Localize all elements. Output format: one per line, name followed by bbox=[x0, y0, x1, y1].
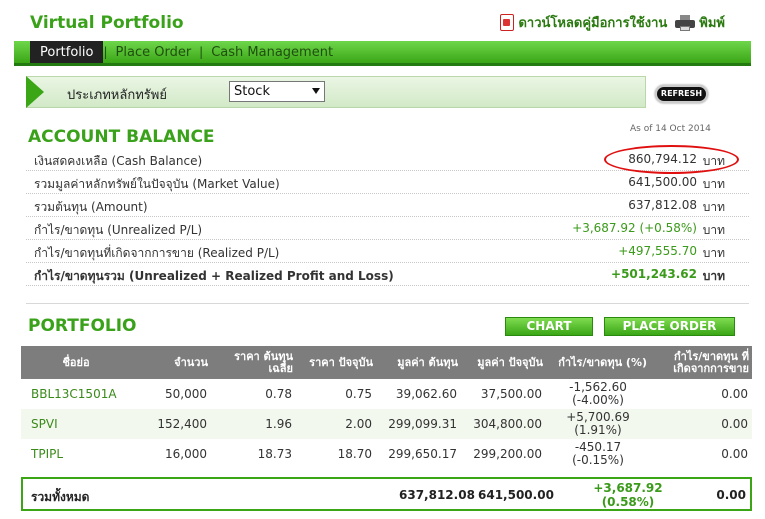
portfolio-table: ชื่อย่อ จำนวน ราคา ต้นทุนเฉลี่ย ราคา ปัจ… bbox=[21, 346, 752, 469]
balance-value: +497,555.70 bbox=[618, 244, 697, 258]
table-row: BBL13C1501A 50,000 0.78 0.75 39,062.60 3… bbox=[21, 379, 752, 409]
section-divider bbox=[26, 303, 749, 304]
balance-label: กำไร/ขาดทุนรวม (Unrealized + Realized Pr… bbox=[34, 269, 394, 283]
balance-unit: บาท bbox=[702, 246, 725, 260]
cost-value-cell: 39,062.60 bbox=[395, 386, 457, 401]
balance-value: +3,687.92 (+0.58%) bbox=[572, 221, 697, 235]
total-pl: +3,687.92 (0.58%) bbox=[583, 481, 673, 509]
portfolio-title: PORTFOLIO bbox=[28, 316, 137, 336]
chart-button[interactable]: CHART bbox=[505, 317, 593, 336]
price-cell: 18.70 bbox=[337, 446, 372, 461]
pl-percent: (1.91%) bbox=[574, 423, 622, 437]
balance-value: +501,243.62 bbox=[611, 267, 697, 281]
column-header: มูลค่า ปัจจุบัน bbox=[461, 346, 546, 379]
refresh-button[interactable]: REFRESH bbox=[655, 85, 708, 103]
column-header: มูลค่า ต้นทุน bbox=[376, 346, 461, 379]
cost-value-cell: 299,650.17 bbox=[388, 446, 457, 461]
arrow-icon bbox=[26, 76, 44, 108]
balance-row-total-pl: กำไร/ขาดทุนรวม (Unrealized + Realized Pr… bbox=[26, 263, 749, 286]
balance-label: กำไร/ขาดทุนที่เกิดจากการขาย (Realized P/… bbox=[34, 246, 280, 260]
security-type-selected: Stock bbox=[234, 84, 270, 99]
top-actions: ดาวน์โหลดคู่มือการใช้งาน พิมพ์ bbox=[500, 12, 725, 33]
pl-cell: +5,700.69 (1.91%) bbox=[546, 409, 650, 439]
price-cell: 2.00 bbox=[296, 409, 376, 439]
table-row: TPIPL 16,000 18.73 18.70 299,650.17 299,… bbox=[21, 439, 752, 469]
security-type-select[interactable]: Stock bbox=[229, 81, 325, 102]
market-value-cell: 37,500.00 bbox=[480, 386, 542, 401]
avg-cost-cell: 0.78 bbox=[265, 386, 292, 401]
column-header: กำไร/ขาดทุน (%) bbox=[546, 346, 650, 379]
symbol-link[interactable]: BBL13C1501A bbox=[21, 379, 131, 409]
qty-cell: 16,000 bbox=[165, 446, 207, 461]
total-realized: 0.00 bbox=[716, 488, 746, 502]
avg-cost-cell: 18.73 bbox=[257, 446, 292, 461]
place-order-button[interactable]: PLACE ORDER bbox=[604, 317, 735, 336]
app-title: Virtual Portfolio bbox=[30, 13, 184, 33]
total-pl-value: +3,687.92 bbox=[593, 481, 663, 495]
balance-label: เงินสดคงเหลือ (Cash Balance) bbox=[34, 154, 203, 168]
chevron-down-icon bbox=[312, 88, 320, 94]
balance-row-amount: รวมต้นทุน (Amount) 637,812.08 บาท bbox=[26, 194, 749, 217]
balance-unit: บาท bbox=[702, 223, 725, 237]
balance-label: รวมมูลค่าหลักทรัพย์ในปัจจุบัน (Market Va… bbox=[34, 177, 280, 191]
balance-label: รวมต้นทุน (Amount) bbox=[34, 200, 148, 214]
column-header: ชื่อย่อ bbox=[21, 346, 131, 379]
balance-row-unrealized: กำไร/ขาดทุน (Unrealized P/L) +3,687.92 (… bbox=[26, 217, 749, 240]
tab-portfolio[interactable]: Portfolio bbox=[30, 41, 104, 63]
balance-row-realized: กำไร/ขาดทุนที่เกิดจากการขาย (Realized P/… bbox=[26, 240, 749, 263]
highlight-circle bbox=[604, 145, 739, 174]
column-header: จำนวน bbox=[131, 346, 211, 379]
total-market-value: 641,500.00 bbox=[478, 488, 554, 502]
total-label: รวมทั้งหมด bbox=[31, 490, 90, 504]
realized-cell: 0.00 bbox=[721, 386, 748, 401]
table-header-row: ชื่อย่อ จำนวน ราคา ต้นทุนเฉลี่ย ราคา ปัจ… bbox=[21, 346, 752, 379]
column-header: กำไร/ขาดทุน ที่ เกิดจากการขาย bbox=[650, 346, 752, 379]
total-cost-value: 637,812.08 bbox=[399, 488, 475, 502]
download-manual-link[interactable]: ดาวน์โหลดคู่มือการใช้งาน bbox=[500, 12, 667, 33]
as-of-date: As of 14 Oct 2014 bbox=[630, 124, 711, 134]
balance-unit: บาท bbox=[702, 269, 725, 283]
pl-cell: -450.17 (-0.15%) bbox=[546, 439, 650, 469]
qty-cell: 152,400 bbox=[131, 409, 211, 439]
balance-value: 641,500.00 bbox=[628, 175, 697, 189]
balance-unit: บาท bbox=[702, 200, 725, 214]
print-link[interactable]: พิมพ์ bbox=[675, 12, 725, 33]
symbol-link[interactable]: TPIPL bbox=[21, 439, 131, 469]
symbol-link[interactable]: SPVI bbox=[21, 409, 131, 439]
price-cell: 0.75 bbox=[345, 386, 372, 401]
avg-cost-cell: 1.96 bbox=[211, 409, 296, 439]
download-manual-label: ดาวน์โหลดคู่มือการใช้งาน bbox=[518, 16, 668, 31]
tab-place-order[interactable]: Place Order bbox=[108, 41, 200, 63]
column-header: ราคา ปัจจุบัน bbox=[296, 346, 376, 379]
pl-cell: -1,562.60 (-4.00%) bbox=[546, 379, 650, 409]
pl-percent: (-0.15%) bbox=[572, 453, 624, 467]
security-type-filter: ประเภทหลักทรัพย์ Stock bbox=[26, 76, 646, 108]
balance-unit: บาท bbox=[702, 177, 725, 191]
print-label: พิมพ์ bbox=[699, 16, 725, 31]
balance-value: 637,812.08 bbox=[628, 198, 697, 212]
total-pl-percent: (0.58%) bbox=[601, 495, 655, 509]
column-header: ราคา ต้นทุนเฉลี่ย bbox=[211, 346, 296, 379]
market-value-cell: 299,200.00 bbox=[473, 446, 542, 461]
qty-cell: 50,000 bbox=[165, 386, 207, 401]
market-value-cell: 304,800.00 bbox=[461, 409, 546, 439]
tab-cash-management[interactable]: Cash Management bbox=[203, 41, 341, 63]
cost-value-cell: 299,099.31 bbox=[376, 409, 461, 439]
pdf-icon bbox=[500, 14, 515, 31]
pl-percent: (-4.00%) bbox=[572, 393, 624, 407]
balance-row-market-value: รวมมูลค่าหลักทรัพย์ในปัจจุบัน (Market Va… bbox=[26, 171, 749, 194]
realized-cell: 0.00 bbox=[650, 409, 752, 439]
realized-cell: 0.00 bbox=[721, 446, 748, 461]
table-row: SPVI 152,400 1.96 2.00 299,099.31 304,80… bbox=[21, 409, 752, 439]
security-type-label: ประเภทหลักทรัพย์ bbox=[67, 88, 167, 103]
tab-bar: Portfolio | Place Order | Cash Managemen… bbox=[14, 41, 751, 66]
printer-icon bbox=[675, 14, 696, 31]
account-balance-title: ACCOUNT BALANCE bbox=[28, 127, 215, 147]
balance-label: กำไร/ขาดทุน (Unrealized P/L) bbox=[34, 223, 203, 237]
total-row: รวมทั้งหมด 637,812.08 641,500.00 +3,687.… bbox=[21, 477, 752, 511]
